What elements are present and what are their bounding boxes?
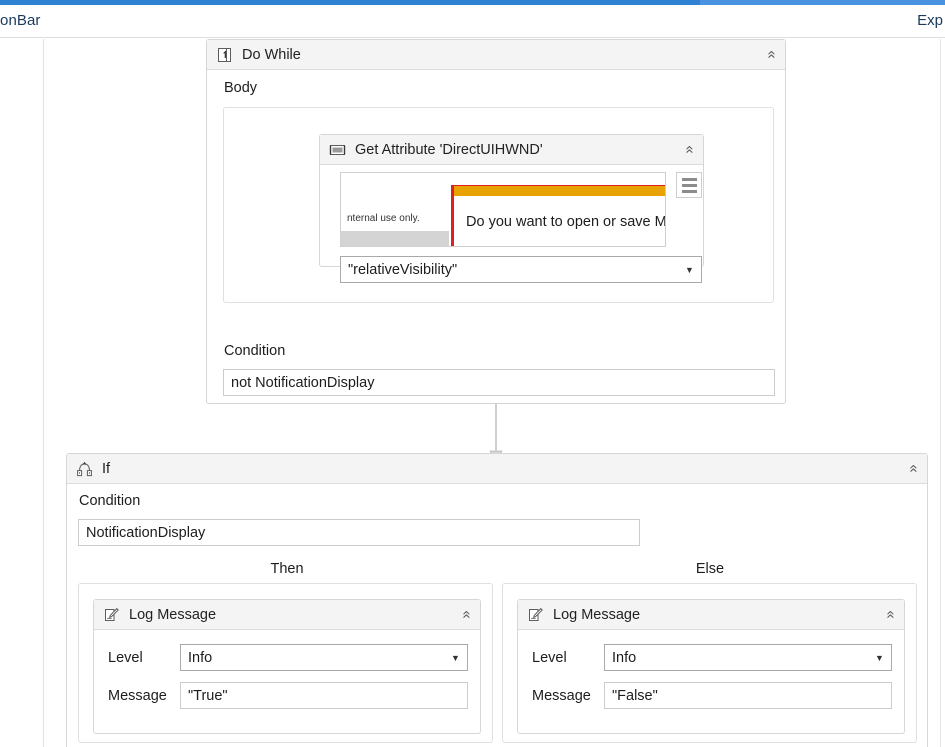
- if-collapse-icon[interactable]: «: [902, 462, 923, 474]
- canvas-gutter-divider: [43, 39, 44, 747]
- preview-notification-stripe: [454, 186, 665, 196]
- do-while-condition-label: Condition: [224, 343, 286, 359]
- chevron-down-icon[interactable]: ▼: [444, 645, 467, 670]
- log-message-icon: [527, 607, 544, 623]
- preview-partial-text: nternal use only.: [347, 213, 420, 224]
- get-attribute-header[interactable]: Get Attribute 'DirectUIHWND' «: [320, 135, 703, 165]
- else-branch-container[interactable]: Log Message « Level Info ▼ Message "Fals…: [502, 583, 917, 743]
- do-while-icon: [216, 47, 233, 63]
- else-message-input[interactable]: "False": [604, 682, 892, 709]
- do-while-collapse-icon[interactable]: «: [760, 48, 781, 60]
- else-message-row: Message "False": [532, 682, 892, 709]
- then-level-value: Info: [188, 649, 213, 666]
- preview-notification-bar: Do you want to open or save M: [451, 185, 665, 246]
- get-attribute-icon: [329, 142, 346, 158]
- then-branch-label: Then: [270, 561, 304, 577]
- then-message-input[interactable]: "True": [180, 682, 468, 709]
- ribbon-tab-left-label[interactable]: onBar: [0, 12, 41, 29]
- then-level-combobox[interactable]: Info ▼: [180, 644, 468, 671]
- attribute-name-value: "relativeVisibility": [348, 261, 458, 278]
- get-attribute-collapse-icon[interactable]: «: [678, 143, 699, 155]
- do-while-body-container[interactable]: Get Attribute 'DirectUIHWND' « nternal u…: [223, 107, 774, 303]
- do-while-title: Do While: [242, 46, 301, 63]
- then-level-label: Level: [108, 649, 143, 666]
- if-condition-label: Condition: [79, 493, 141, 509]
- else-log-message-activity[interactable]: Log Message « Level Info ▼ Message "Fals…: [517, 599, 905, 734]
- then-log-message-activity[interactable]: Log Message « Level Info ▼ Message "True…: [93, 599, 481, 734]
- hamburger-line: [681, 189, 697, 193]
- do-while-body-label: Body: [224, 80, 258, 96]
- then-message-row: Message "True": [108, 682, 468, 709]
- preview-notification-text: Do you want to open or save M: [466, 214, 665, 230]
- else-log-message-header[interactable]: Log Message «: [518, 600, 904, 630]
- if-condition-input[interactable]: NotificationDisplay: [78, 519, 640, 546]
- then-log-message-header[interactable]: Log Message «: [94, 600, 480, 630]
- then-log-message-collapse-icon[interactable]: «: [455, 608, 476, 620]
- else-level-value: Info: [612, 649, 637, 666]
- get-attribute-title: Get Attribute 'DirectUIHWND': [355, 141, 543, 158]
- then-log-message-title: Log Message: [129, 606, 217, 623]
- do-while-activity[interactable]: Do While « Body Get Attribute 'DirectUIH…: [206, 39, 786, 404]
- if-title: If: [102, 460, 111, 477]
- workflow-designer-canvas[interactable]: Do While « Body Get Attribute 'DirectUIH…: [0, 39, 945, 747]
- log-message-icon: [103, 607, 120, 623]
- target-element-preview[interactable]: nternal use only. Do you want to open or…: [340, 172, 666, 247]
- if-header[interactable]: If «: [67, 454, 927, 484]
- canvas-right-divider: [940, 39, 941, 747]
- then-message-label: Message: [108, 687, 167, 704]
- do-while-condition-input[interactable]: not NotificationDisplay: [223, 369, 775, 396]
- chevron-down-icon[interactable]: ▼: [868, 645, 891, 670]
- attribute-name-combobox[interactable]: "relativeVisibility" ▼: [340, 256, 702, 283]
- then-branch-container[interactable]: Log Message « Level Info ▼ Message "True…: [78, 583, 493, 743]
- preview-grey-band: [341, 231, 449, 246]
- else-log-message-collapse-icon[interactable]: «: [879, 608, 900, 620]
- get-attribute-activity[interactable]: Get Attribute 'DirectUIHWND' « nternal u…: [319, 134, 704, 283]
- else-level-combobox[interactable]: Info ▼: [604, 644, 892, 671]
- ribbon-tab-export[interactable]: Exp: [917, 12, 943, 29]
- do-while-header[interactable]: Do While «: [207, 40, 785, 70]
- else-branch-label: Else: [695, 561, 725, 577]
- then-level-row: Level Info ▼: [108, 644, 468, 671]
- hamburger-line: [681, 177, 697, 181]
- ribbon-tab-bar: onBar Exp: [0, 5, 945, 38]
- chevron-down-icon[interactable]: ▼: [678, 257, 701, 282]
- else-log-message-title: Log Message: [553, 606, 641, 623]
- if-branch-icon: [76, 461, 93, 477]
- hamburger-menu-icon[interactable]: [676, 172, 702, 198]
- hamburger-line: [681, 183, 697, 187]
- else-message-label: Message: [532, 687, 591, 704]
- if-activity[interactable]: If « Condition NotificationDisplay Then …: [66, 453, 928, 747]
- else-level-label: Level: [532, 649, 567, 666]
- else-level-row: Level Info ▼: [532, 644, 892, 671]
- target-element-preview-image: nternal use only. Do you want to open or…: [341, 173, 665, 246]
